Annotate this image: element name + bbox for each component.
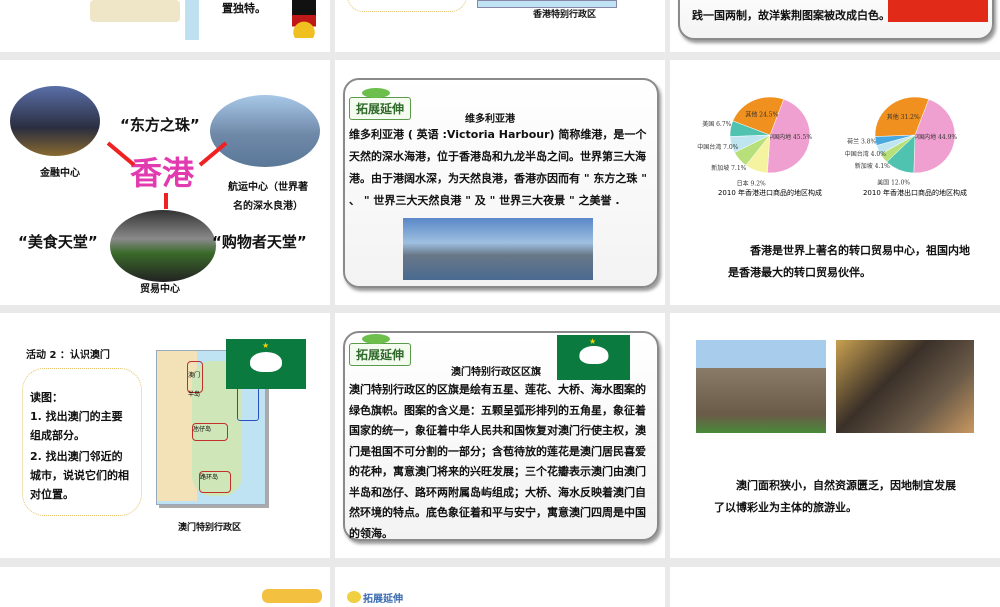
harbour-photo bbox=[210, 95, 320, 167]
slide-thumbnail-11[interactable]: 拓展延伸 bbox=[335, 567, 665, 607]
food-label: “美食天堂” bbox=[18, 233, 98, 251]
slide-text: 香港是世界上著名的转口贸易中心，祖国内地是香港最大的转口贸易伙伴。 bbox=[728, 244, 970, 279]
slide-thumbnail-4[interactable]: 金融中心 “东方之珠” 香港 航运中心（世界著名的深水良港） “美食天堂” “购… bbox=[0, 60, 330, 305]
pie-label: 其他 24.5% bbox=[745, 111, 778, 119]
shopping-photo bbox=[110, 210, 216, 282]
finance-label: 金融中心 bbox=[40, 168, 80, 179]
macau-flag-image: ★ bbox=[226, 339, 306, 389]
shipping-label: 航运中心（世界著名的深水良港） bbox=[228, 182, 308, 212]
slide-thumbnail-3[interactable]: 践一国两制，故洋紫荆图案被改成白色。 bbox=[670, 0, 1000, 52]
pie-label: 中国内地 45.5% bbox=[767, 133, 812, 141]
shopping-label: “购物者天堂” bbox=[212, 233, 307, 251]
pie-label: 美国 12.0% bbox=[877, 179, 910, 187]
map-caption: 香港特别行政区 bbox=[533, 10, 597, 20]
slide-body: 澳门特别行政区的区旗是绘有五星、莲花、大桥、海水图案的绿色旗帜。图案的含义是：五… bbox=[349, 383, 646, 540]
read-label: 读图： bbox=[30, 391, 63, 404]
slide-text: 践一国两制，故洋紫荆图案被改成白色。 bbox=[692, 9, 890, 22]
arrow-down bbox=[164, 193, 168, 209]
slide-thumbnail-2[interactable]: 香港特别行政区 bbox=[335, 0, 665, 52]
extension-tag: 拓展延伸 bbox=[349, 334, 412, 366]
dotted-box bbox=[347, 0, 467, 12]
slide-text: 澳门面积狭小，自然资源匮乏，因地制宜发展了以博彩业为主体的旅游业。 bbox=[714, 479, 956, 514]
macau-peninsula-box: 澳门半岛 bbox=[187, 361, 203, 398]
slide-thumbnail-8[interactable]: 拓展延伸 澳门特别行政区区旗 ★ 澳门特别行政区的区旗是绘有五星、莲花、大桥、海… bbox=[335, 313, 665, 558]
slide-heading: 维多利亚港 bbox=[465, 114, 515, 125]
extension-tag: 拓展延伸 bbox=[349, 88, 412, 120]
slide-thumbnail-10[interactable] bbox=[0, 567, 330, 607]
macau-flag-image: ★ bbox=[557, 335, 630, 380]
nickname-label: “东方之珠” bbox=[120, 116, 200, 134]
slide-thumbnail-1[interactable]: 置独特。 bbox=[0, 0, 330, 52]
question-2: 2. 找出澳门邻近的城市，说说它们的相对位置。 bbox=[30, 450, 129, 501]
pie-title: 2010 年香港出口商品的地区构成 bbox=[863, 188, 967, 197]
slide-thumbnail-9[interactable]: 澳门面积狭小，自然资源匮乏，因地制宜发展了以博彩业为主体的旅游业。 bbox=[670, 313, 1000, 558]
pie-label: 新加坡 7.1% bbox=[711, 164, 746, 172]
casino-photo bbox=[836, 340, 974, 433]
sun-icon bbox=[347, 591, 361, 603]
slide-thumbnail-5[interactable]: 拓展延伸 维多利亚港 维多利亚港 ( 英语 :Victoria Harbour)… bbox=[335, 60, 665, 305]
hk-title: 香港 bbox=[130, 154, 195, 192]
ruins-photo bbox=[696, 340, 826, 433]
coloane-box: 路环岛 bbox=[199, 471, 231, 493]
harbour-photo bbox=[403, 218, 593, 280]
hk-flag-image bbox=[888, 0, 988, 22]
pie-title: 2010 年香港进口商品的地区构成 bbox=[718, 188, 822, 197]
pie-charts: 中国内地 45.5% 日本 9.2% 新加坡 7.1% 中国台湾 7.0% 美国 6.7… bbox=[697, 96, 967, 197]
pie-label: 中国内地 44.9% bbox=[912, 133, 957, 141]
taipa-box: 氹仔岛 bbox=[192, 423, 228, 441]
map-image-strip bbox=[185, 0, 199, 40]
map-caption: 澳门特别行政区 bbox=[178, 523, 242, 533]
pie-label: 中国台湾 4.0% bbox=[845, 150, 886, 158]
slide-thumbnail-7[interactable]: 活动 2 ：认识澳门 读图： 1. 找出澳门的主要组成部分。 2. 找出澳门邻近… bbox=[0, 313, 330, 558]
pie-label: 中国台湾 7.0% bbox=[697, 143, 738, 151]
pie-label: 荷兰 3.8% bbox=[847, 138, 876, 146]
finance-photo bbox=[10, 86, 100, 156]
pie-label: 日本 9.2% bbox=[737, 180, 766, 188]
pie-label: 其他 31.2% bbox=[887, 113, 920, 121]
extension-tag: 拓展延伸 bbox=[363, 594, 403, 605]
slide-thumbnail-12[interactable] bbox=[670, 567, 1000, 607]
mickey-icon bbox=[292, 0, 316, 38]
slide-text: 置独特。 bbox=[222, 2, 266, 15]
question-1: 1. 找出澳门的主要组成部分。 bbox=[30, 410, 123, 442]
slide-body: 维多利亚港 ( 英语 :Victoria Harbour) 简称维港，是一个天然… bbox=[349, 128, 647, 207]
slide-thumbnail-6[interactable]: 中国内地 45.5% 日本 9.2% 新加坡 7.1% 中国台湾 7.0% 美国 6.7… bbox=[670, 60, 1000, 305]
trade-label: 贸易中心 bbox=[140, 284, 180, 295]
slide-heading: 澳门特别行政区区旗 bbox=[451, 367, 541, 378]
pie-label: 新加坡 4.1% bbox=[855, 162, 890, 170]
activity-title: 活动 2 ：认识澳门 bbox=[26, 350, 110, 361]
cartoon-image bbox=[262, 589, 322, 603]
map-image bbox=[90, 0, 180, 22]
pie-label: 美国 6.7% bbox=[702, 120, 731, 128]
